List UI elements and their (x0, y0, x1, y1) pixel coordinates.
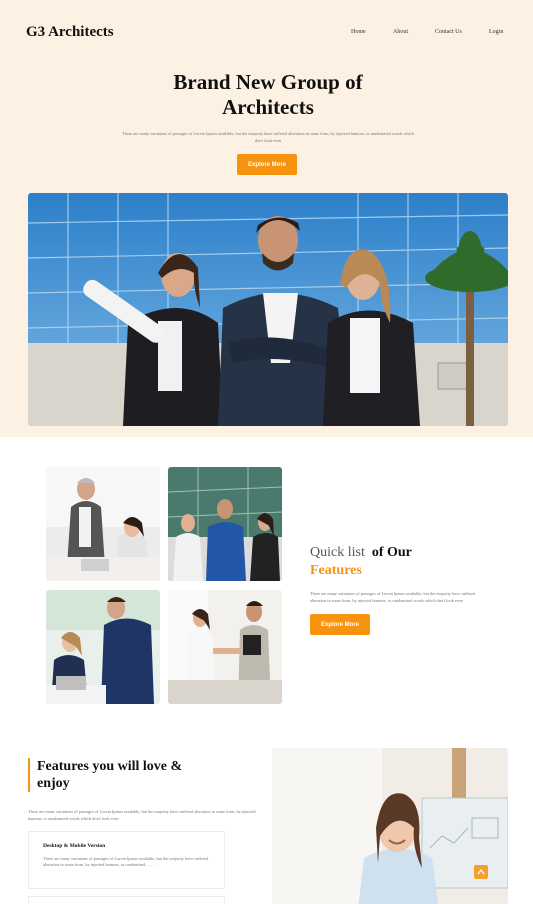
feature-card-next[interactable] (28, 896, 225, 904)
section-accent-bar (28, 758, 30, 792)
hero-title-line2: Architects (222, 95, 314, 119)
quick-list-title-part1: Quick list (310, 545, 365, 560)
nav-about-link[interactable]: About (393, 29, 408, 35)
smiling-woman-photo (272, 748, 508, 904)
hero-title: Brand New Group of Architects (120, 70, 416, 120)
feature-card-title: Desktop & Mobile Version (43, 843, 106, 849)
hero-team-photo (28, 193, 508, 426)
hero-description: There are many variations of passages of… (122, 131, 414, 143)
quick-list-title-part2: of Our (371, 545, 412, 560)
arrow-up-icon[interactable] (474, 865, 488, 879)
hero-section: G3 Architects Home About Contact Us Logi… (0, 0, 533, 437)
handshake-photo (168, 590, 282, 704)
quick-list-title: Quick list of Our Features (310, 544, 510, 580)
nav-contact-link[interactable]: Contact Us (435, 29, 462, 35)
office-meeting-photo (46, 467, 160, 581)
brand-logo[interactable]: G3 Architects (26, 24, 114, 41)
laptop-discussion-photo (46, 590, 160, 704)
love-section-title: Features you will love & enjoy (37, 759, 183, 791)
feature-card-description: There are many variations of passages of… (43, 856, 209, 867)
nav-login-link[interactable]: Login (489, 29, 503, 35)
quick-list-explore-button[interactable]: Explore More (310, 614, 370, 635)
love-section-description: There are many variations of passages of… (28, 809, 256, 821)
quick-list-title-part3: Features (310, 563, 362, 578)
feature-card[interactable]: Desktop & Mobile Version There are many … (28, 831, 225, 889)
hero-title-line1: Brand New Group of (173, 70, 363, 94)
quick-list-description: There are many variations of passages of… (310, 591, 476, 603)
nav-home-link[interactable]: Home (351, 29, 366, 35)
business-team-photo (168, 467, 282, 581)
explore-more-button[interactable]: Explore More (237, 154, 297, 175)
